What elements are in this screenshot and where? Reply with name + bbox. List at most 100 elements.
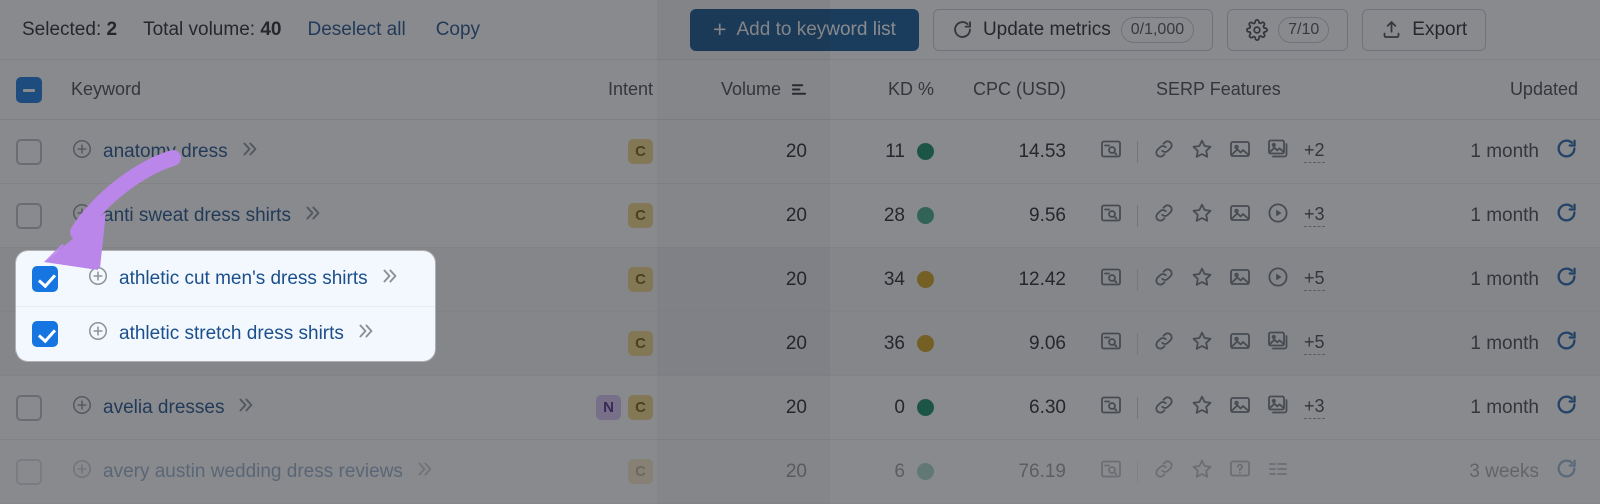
star-icon[interactable]	[1190, 457, 1214, 487]
image-pack-icon[interactable]	[1266, 393, 1290, 423]
search-preview-icon[interactable]	[1099, 329, 1123, 359]
star-icon[interactable]	[1190, 329, 1214, 359]
header-volume[interactable]: Volume	[657, 79, 830, 100]
keyword-expand-icon[interactable]	[238, 138, 260, 166]
keyword-link[interactable]: athletic stretch dress shirts	[119, 323, 344, 345]
spotlight-row-checkbox[interactable]	[31, 265, 58, 292]
search-preview-icon[interactable]	[1099, 393, 1123, 423]
serp-features-cell: +3	[1072, 201, 1427, 231]
search-preview-icon[interactable]	[1099, 137, 1123, 167]
serp-more-count[interactable]: +2	[1304, 140, 1325, 163]
row-refresh-icon[interactable]	[1555, 201, 1578, 230]
row-checkbox[interactable]	[15, 458, 42, 485]
volume-cell: 20	[785, 332, 807, 354]
image-pack-icon[interactable]	[1266, 137, 1290, 167]
row-checkbox[interactable]	[15, 394, 42, 421]
spotlight-row[interactable]: athletic cut men's dress shirts	[16, 251, 435, 306]
add-keyword-icon[interactable]	[71, 394, 93, 422]
keyword-expand-icon[interactable]	[354, 320, 376, 348]
update-metrics-button[interactable]: Update metrics 0/1,000	[932, 8, 1214, 51]
link-icon[interactable]	[1152, 329, 1176, 359]
select-all-checkbox[interactable]	[15, 76, 42, 103]
star-icon[interactable]	[1190, 137, 1214, 167]
header-keyword-label: Keyword	[71, 79, 142, 99]
keyword-link[interactable]: avelia dresses	[103, 397, 224, 419]
star-icon[interactable]	[1190, 201, 1214, 231]
image-icon[interactable]	[1228, 329, 1252, 359]
updated-cell: 3 weeks	[1427, 457, 1600, 486]
select-all-cell	[0, 76, 57, 103]
add-keyword-icon[interactable]	[87, 320, 109, 348]
link-icon[interactable]	[1152, 201, 1176, 231]
row-refresh-icon[interactable]	[1555, 265, 1578, 294]
star-icon[interactable]	[1190, 265, 1214, 295]
video-icon[interactable]	[1266, 265, 1290, 295]
image-icon[interactable]	[1228, 393, 1252, 423]
table-row[interactable]: avery austin wedding dress reviews C 20 …	[0, 440, 1600, 504]
table-row[interactable]: anti sweat dress shirts C 20 28 9.56 +3 …	[0, 184, 1600, 248]
link-icon[interactable]	[1152, 393, 1176, 423]
serp-features-cell: +5	[1072, 329, 1427, 359]
add-keyword-icon[interactable]	[71, 202, 93, 230]
serp-more-count[interactable]: +5	[1304, 268, 1325, 291]
keyword-link[interactable]: anatomy dress	[103, 141, 228, 163]
row-refresh-icon[interactable]	[1555, 137, 1578, 166]
spotlight-select-cell	[16, 321, 73, 347]
export-button[interactable]: Export	[1362, 8, 1487, 51]
header-keyword[interactable]: Keyword	[57, 79, 557, 100]
header-cpc[interactable]: CPC (USD)	[952, 79, 1072, 100]
link-icon[interactable]	[1152, 457, 1176, 487]
copy-link[interactable]: Copy	[436, 19, 480, 41]
add-to-keyword-list-button[interactable]: + Add to keyword list	[690, 8, 919, 51]
kd-value: 36	[883, 332, 905, 354]
keyword-expand-icon[interactable]	[413, 458, 435, 486]
search-preview-icon[interactable]	[1099, 201, 1123, 231]
row-checkbox[interactable]	[15, 138, 42, 165]
link-icon[interactable]	[1152, 137, 1176, 167]
search-preview-icon[interactable]	[1099, 457, 1123, 487]
add-keyword-icon[interactable]	[71, 138, 93, 166]
keyword-link[interactable]: athletic cut men's dress shirts	[119, 268, 368, 290]
add-keyword-icon[interactable]	[71, 458, 93, 486]
row-refresh-icon[interactable]	[1555, 457, 1578, 486]
faq-icon[interactable]	[1228, 457, 1252, 487]
spotlight-row[interactable]: athletic stretch dress shirts	[16, 306, 435, 361]
star-icon[interactable]	[1190, 393, 1214, 423]
row-refresh-icon[interactable]	[1555, 393, 1578, 422]
spotlight-row-checkbox[interactable]	[31, 321, 58, 347]
add-keyword-icon[interactable]	[87, 265, 109, 293]
export-icon	[1381, 19, 1402, 40]
video-icon[interactable]	[1266, 201, 1290, 231]
table-row[interactable]: avelia dresses NC 20 0 6.30 +3 1 month	[0, 376, 1600, 440]
header-intent[interactable]: Intent	[557, 79, 657, 100]
metrics-settings-button[interactable]: 7/10	[1227, 8, 1349, 51]
header-kd[interactable]: KD %	[830, 79, 952, 100]
image-icon[interactable]	[1228, 265, 1252, 295]
serp-more-count[interactable]: +3	[1304, 204, 1325, 227]
keyword-expand-icon[interactable]	[234, 394, 256, 422]
row-select-cell	[0, 458, 57, 485]
intent-cell: C	[557, 267, 657, 292]
image-icon[interactable]	[1228, 201, 1252, 231]
search-preview-icon[interactable]	[1099, 265, 1123, 295]
row-refresh-icon[interactable]	[1555, 329, 1578, 358]
keyword-cell: avelia dresses	[57, 394, 557, 422]
kd-value: 34	[883, 268, 905, 290]
serp-more-count[interactable]: +5	[1304, 332, 1325, 355]
sort-descending-icon[interactable]	[790, 81, 807, 98]
keyword-expand-icon[interactable]	[301, 202, 323, 230]
row-checkbox[interactable]	[15, 202, 42, 229]
serp-more-count[interactable]: +3	[1304, 396, 1325, 419]
keyword-link[interactable]: avery austin wedding dress reviews	[103, 461, 403, 483]
keyword-expand-icon[interactable]	[378, 265, 400, 293]
header-serp-features[interactable]: SERP Features	[1072, 79, 1427, 100]
table-row[interactable]: anatomy dress C 20 11 14.53 +2 1 month	[0, 120, 1600, 184]
link-icon[interactable]	[1152, 265, 1176, 295]
header-updated[interactable]: Updated	[1427, 79, 1600, 100]
kd-value: 0	[894, 396, 905, 418]
image-icon[interactable]	[1228, 137, 1252, 167]
keyword-link[interactable]: anti sweat dress shirts	[103, 205, 291, 227]
list-icon[interactable]	[1266, 457, 1290, 487]
image-pack-icon[interactable]	[1266, 329, 1290, 359]
deselect-all-link[interactable]: Deselect all	[307, 19, 405, 41]
